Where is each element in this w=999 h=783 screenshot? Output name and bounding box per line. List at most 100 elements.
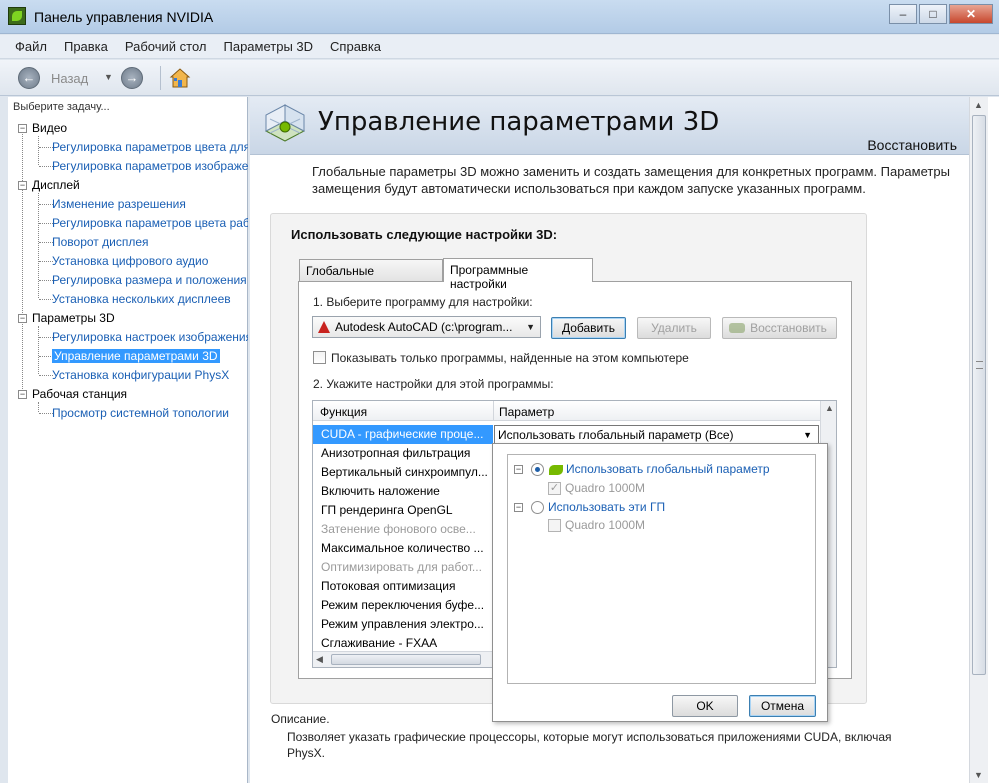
show-only-checkbox[interactable] bbox=[313, 351, 326, 364]
gpu-global-checkbox[interactable]: ✓ bbox=[548, 482, 561, 495]
close-button[interactable]: ✕ bbox=[949, 4, 993, 24]
main-scrollbar[interactable]: ▲ ▼ bbox=[969, 97, 988, 783]
menu-desktop[interactable]: Рабочий стол bbox=[113, 35, 212, 54]
sidebar-item-video-color[interactable]: Регулировка параметров цвета для видео bbox=[52, 140, 248, 154]
settings-title: Использовать следующие настройки 3D: bbox=[291, 227, 558, 242]
gpu-tree: − Использовать глобальный параметр ✓ Qua… bbox=[507, 454, 816, 684]
scroll-down-icon[interactable]: ▼ bbox=[974, 770, 983, 780]
sidebar-group-display[interactable]: Дисплей bbox=[32, 178, 80, 192]
sidebar-item-desktop-color[interactable]: Регулировка параметров цвета рабочего ст… bbox=[52, 216, 248, 230]
ok-button[interactable]: OK bbox=[672, 695, 738, 717]
chevron-down-icon: ▼ bbox=[526, 322, 535, 332]
grid-horizontal-scrollbar[interactable]: ◀ bbox=[313, 651, 495, 667]
chevron-down-icon: ▼ bbox=[803, 430, 812, 440]
expander-global[interactable]: − bbox=[514, 465, 523, 474]
expander-workstation[interactable]: − bbox=[18, 390, 27, 399]
cancel-button[interactable]: Отмена bbox=[749, 695, 816, 717]
intro-text: Глобальные параметры 3D можно заменить и… bbox=[312, 164, 950, 196]
step1-label: 1. Выберите программу для настройки: bbox=[313, 295, 533, 309]
sidebar-group-video[interactable]: Видео bbox=[32, 121, 67, 135]
sidebar-item-video-image[interactable]: Регулировка параметров изображения для в… bbox=[52, 159, 248, 173]
option-use-these[interactable]: Использовать эти ГП bbox=[548, 500, 665, 514]
expander-3d[interactable]: − bbox=[18, 314, 27, 323]
forward-arrow-icon[interactable]: → bbox=[121, 67, 143, 89]
sidebar-item-physx[interactable]: Установка конфигурации PhysX bbox=[52, 368, 248, 382]
table-row[interactable]: Потоковая оптимизация bbox=[313, 577, 493, 596]
menu-bar: Файл Правка Рабочий стол Параметры 3D Справк… bbox=[0, 35, 999, 59]
option-use-global[interactable]: Использовать глобальный параметр bbox=[566, 462, 770, 476]
program-select-value: Autodesk AutoCAD (c:\program... bbox=[335, 320, 513, 334]
grid-hscroll-thumb[interactable] bbox=[331, 654, 481, 665]
gpu-these-label: Quadro 1000M bbox=[565, 518, 646, 532]
add-program-button[interactable]: Добавить bbox=[551, 317, 626, 339]
autocad-icon bbox=[318, 321, 330, 333]
menu-file[interactable]: Файл bbox=[0, 35, 52, 54]
table-row[interactable]: CUDA - графические проце... bbox=[313, 425, 493, 444]
gpu-global-label: Quadro 1000M bbox=[565, 481, 646, 495]
sidebar-item-desktop-size[interactable]: Регулировка размера и положения рабочего… bbox=[52, 273, 248, 287]
minimize-button[interactable]: – bbox=[889, 4, 917, 24]
sidebar-group-3d[interactable]: Параметры 3D bbox=[32, 311, 115, 325]
table-row[interactable]: Затенение фонового осве... bbox=[313, 520, 493, 539]
scroll-thumb[interactable] bbox=[972, 115, 986, 675]
page-title: Управление параметрами 3D bbox=[318, 107, 720, 137]
restore-program-label: Восстановить bbox=[750, 321, 827, 335]
sidebar-item-digital-audio[interactable]: Установка цифрового аудио bbox=[52, 254, 248, 268]
back-arrow-icon[interactable]: ← bbox=[18, 67, 40, 89]
task-sidebar: Выберите задачу... − Видео Регулировка п… bbox=[8, 97, 248, 783]
sidebar-item-topology[interactable]: Просмотр системной топологии bbox=[52, 406, 248, 420]
scroll-left-icon[interactable]: ◀ bbox=[316, 654, 323, 665]
sidebar-item-multiple-displays[interactable]: Установка нескольких дисплеев bbox=[52, 292, 248, 306]
table-row[interactable]: Режим управления электро... bbox=[313, 615, 493, 634]
table-row[interactable]: Оптимизировать для работ... bbox=[313, 558, 493, 577]
window-title: Панель управления NVIDIA bbox=[34, 9, 214, 25]
tab-program[interactable]: Программные настройки bbox=[443, 258, 593, 291]
description-text: Позволяет указать графические процессоры… bbox=[287, 730, 892, 760]
sidebar-heading: Выберите задачу... bbox=[13, 101, 110, 113]
page-header: Управление параметрами 3D Восстановить bbox=[250, 97, 969, 155]
menu-edit[interactable]: Правка bbox=[52, 35, 113, 54]
menu-3d-settings[interactable]: Параметры 3D bbox=[212, 35, 319, 54]
home-icon[interactable] bbox=[169, 67, 191, 89]
scroll-up-icon[interactable]: ▲ bbox=[974, 100, 983, 110]
sidebar-item-rotate[interactable]: Поворот дисплея bbox=[52, 235, 248, 249]
menu-help[interactable]: Справка bbox=[318, 35, 386, 54]
gpu-selection-popup: − Использовать глобальный параметр ✓ Qua… bbox=[492, 443, 828, 722]
table-row[interactable]: Режим переключения буфе... bbox=[313, 596, 493, 615]
gpu-these-checkbox[interactable] bbox=[548, 519, 561, 532]
nvidia-icon bbox=[729, 323, 745, 333]
column-parameter[interactable]: Параметр bbox=[499, 405, 554, 419]
title-bar: Панель управления NVIDIA – □ ✕ bbox=[0, 0, 999, 34]
toolbar-separator bbox=[160, 66, 161, 90]
radio-use-global[interactable] bbox=[531, 463, 544, 476]
restore-program-button[interactable]: Восстановить bbox=[722, 317, 837, 339]
grid-header: Функция Параметр bbox=[313, 401, 823, 421]
column-function[interactable]: Функция bbox=[320, 405, 367, 419]
radio-use-these[interactable] bbox=[531, 501, 544, 514]
sidebar-group-workstation[interactable]: Рабочая станция bbox=[32, 387, 127, 401]
sidebar-item-manage-3d[interactable]: Управление параметрами 3D bbox=[52, 349, 220, 363]
table-row[interactable]: Анизотропная фильтрация bbox=[313, 444, 493, 463]
back-label[interactable]: Назад bbox=[51, 71, 88, 86]
table-row[interactable]: Включить наложение bbox=[313, 482, 493, 501]
remove-program-button[interactable]: Удалить bbox=[637, 317, 711, 339]
history-dropdown-icon[interactable]: ▼ bbox=[104, 72, 113, 82]
expander-display[interactable]: − bbox=[18, 181, 27, 190]
step2-label: 2. Укажите настройки для этой программы: bbox=[313, 377, 554, 391]
maximize-button[interactable]: □ bbox=[919, 4, 947, 24]
sidebar-item-image-settings[interactable]: Регулировка настроек изображения с просм… bbox=[52, 330, 248, 344]
scroll-up-icon[interactable]: ▲ bbox=[825, 403, 834, 413]
tab-global[interactable]: Глобальные параметры bbox=[299, 259, 443, 292]
expander-video[interactable]: − bbox=[18, 124, 27, 133]
sidebar-item-resolution[interactable]: Изменение разрешения bbox=[52, 197, 248, 211]
table-row[interactable]: Вертикальный синхроимпул... bbox=[313, 463, 493, 482]
parameter-select[interactable]: Использовать глобальный параметр (Все) ▼ bbox=[494, 425, 819, 444]
description-label: Описание. bbox=[271, 712, 330, 726]
program-select[interactable]: Autodesk AutoCAD (c:\program... ▼ bbox=[312, 316, 541, 338]
toolbar: ← Назад ▼ → bbox=[0, 60, 999, 96]
table-row[interactable]: Максимальное количество ... bbox=[313, 539, 493, 558]
expander-these[interactable]: − bbox=[514, 503, 523, 512]
table-row[interactable]: ГП рендеринга OpenGL bbox=[313, 501, 493, 520]
nvidia-icon bbox=[549, 465, 563, 475]
restore-defaults-link[interactable]: Восстановить bbox=[867, 137, 957, 153]
